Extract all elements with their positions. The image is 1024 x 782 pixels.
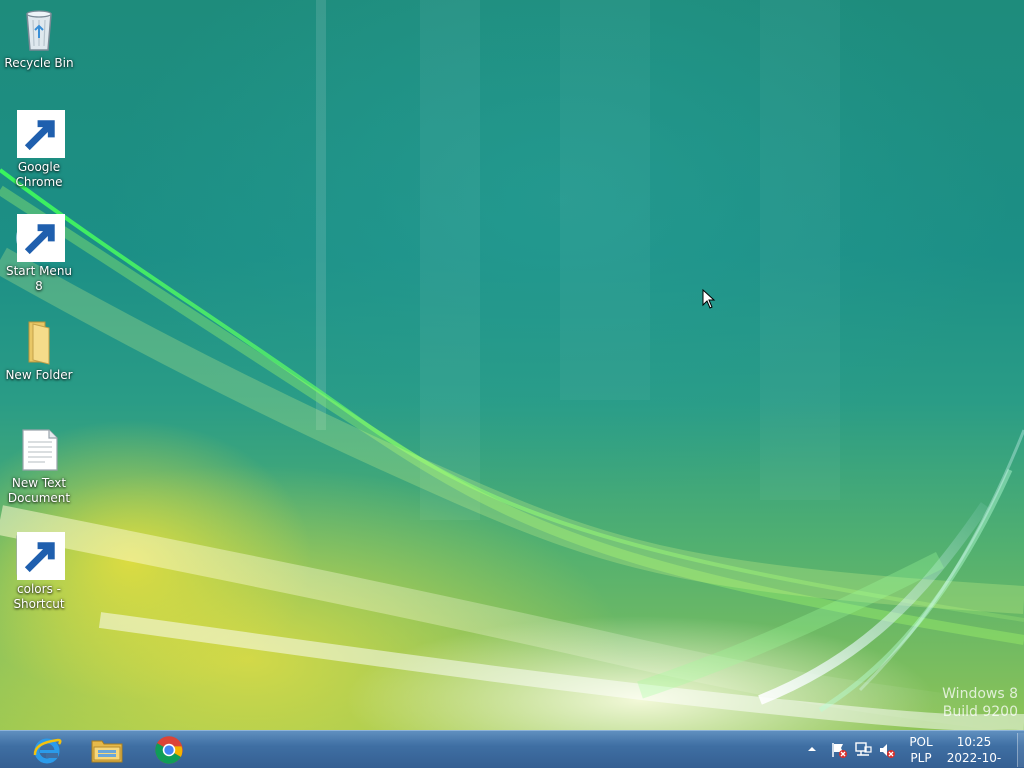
desktop-icon-label: New Folder — [5, 368, 73, 382]
language-indicator[interactable]: POL PLP — [904, 734, 938, 766]
watermark-line-2: Build 9200 — [942, 704, 1018, 720]
windows-build-watermark: Windows 8 Build 9200 — [942, 685, 1018, 721]
language-code: POL — [909, 735, 933, 749]
action-center-flag-icon[interactable] — [830, 741, 848, 759]
desktop-icon-new-folder[interactable]: New Folder — [0, 318, 78, 383]
settings-shortcut-icon — [15, 532, 65, 580]
desktop-icon-label: Google Chrome — [15, 160, 63, 189]
taskbar-internet-explorer-button[interactable] — [20, 733, 74, 767]
recycle-bin-icon — [15, 6, 63, 54]
taskbar[interactable]: POL PLP 10:25 2022-10-10 — [0, 730, 1024, 781]
taskbar-file-explorer-button[interactable] — [80, 733, 134, 767]
desktop-icon-new-text-document[interactable]: New Text Document — [0, 426, 78, 506]
text-document-icon — [15, 426, 63, 474]
taskbar-google-chrome-button[interactable] — [142, 733, 196, 767]
system-tray: POL PLP 10:25 2022-10-10 — [800, 731, 1024, 781]
show-desktop-button[interactable] — [1017, 733, 1024, 767]
shortcut-arrow-icon — [17, 110, 65, 158]
folder-icon — [15, 318, 63, 366]
desktop-icon-start-menu-8[interactable]: Start Menu 8 — [0, 214, 78, 294]
desktop-icon-google-chrome[interactable]: Google Chrome — [0, 110, 78, 190]
internet-explorer-icon — [33, 738, 62, 764]
chevron-up-icon[interactable] — [806, 743, 818, 755]
desktop-icon-recycle-bin[interactable]: Recycle Bin — [0, 6, 78, 71]
volume-muted-icon[interactable] — [878, 741, 896, 759]
network-icon[interactable] — [854, 741, 872, 759]
start-menu-icon — [15, 214, 65, 262]
desktop-icon-colors-shortcut[interactable]: colors - Shortcut — [0, 532, 78, 612]
desktop-icon-label: Recycle Bin — [4, 56, 74, 70]
clock-time: 10:25 — [956, 735, 992, 749]
watermark-line-1: Windows 8 — [942, 686, 1018, 702]
mouse-cursor-icon — [702, 289, 716, 309]
desktop-icon-label: colors - Shortcut — [13, 582, 65, 611]
wallpaper — [0, 0, 1024, 730]
chrome-icon — [15, 110, 65, 158]
shortcut-arrow-icon — [17, 532, 65, 580]
chrome-icon — [155, 736, 183, 764]
clock[interactable]: 10:25 2022-10-10 — [940, 734, 1008, 782]
desktop-icon-label: Start Menu 8 — [5, 264, 73, 293]
shortcut-arrow-icon — [17, 214, 65, 262]
clock-date: 2022-10-10 — [946, 751, 1002, 781]
file-explorer-icon — [91, 740, 123, 763]
desktop[interactable]: Recycle Bin Google Chrome Start Menu 8 N… — [0, 0, 1024, 730]
keyboard-layout-code: PLP — [910, 751, 932, 765]
desktop-icon-label: New Text Document — [7, 476, 71, 505]
